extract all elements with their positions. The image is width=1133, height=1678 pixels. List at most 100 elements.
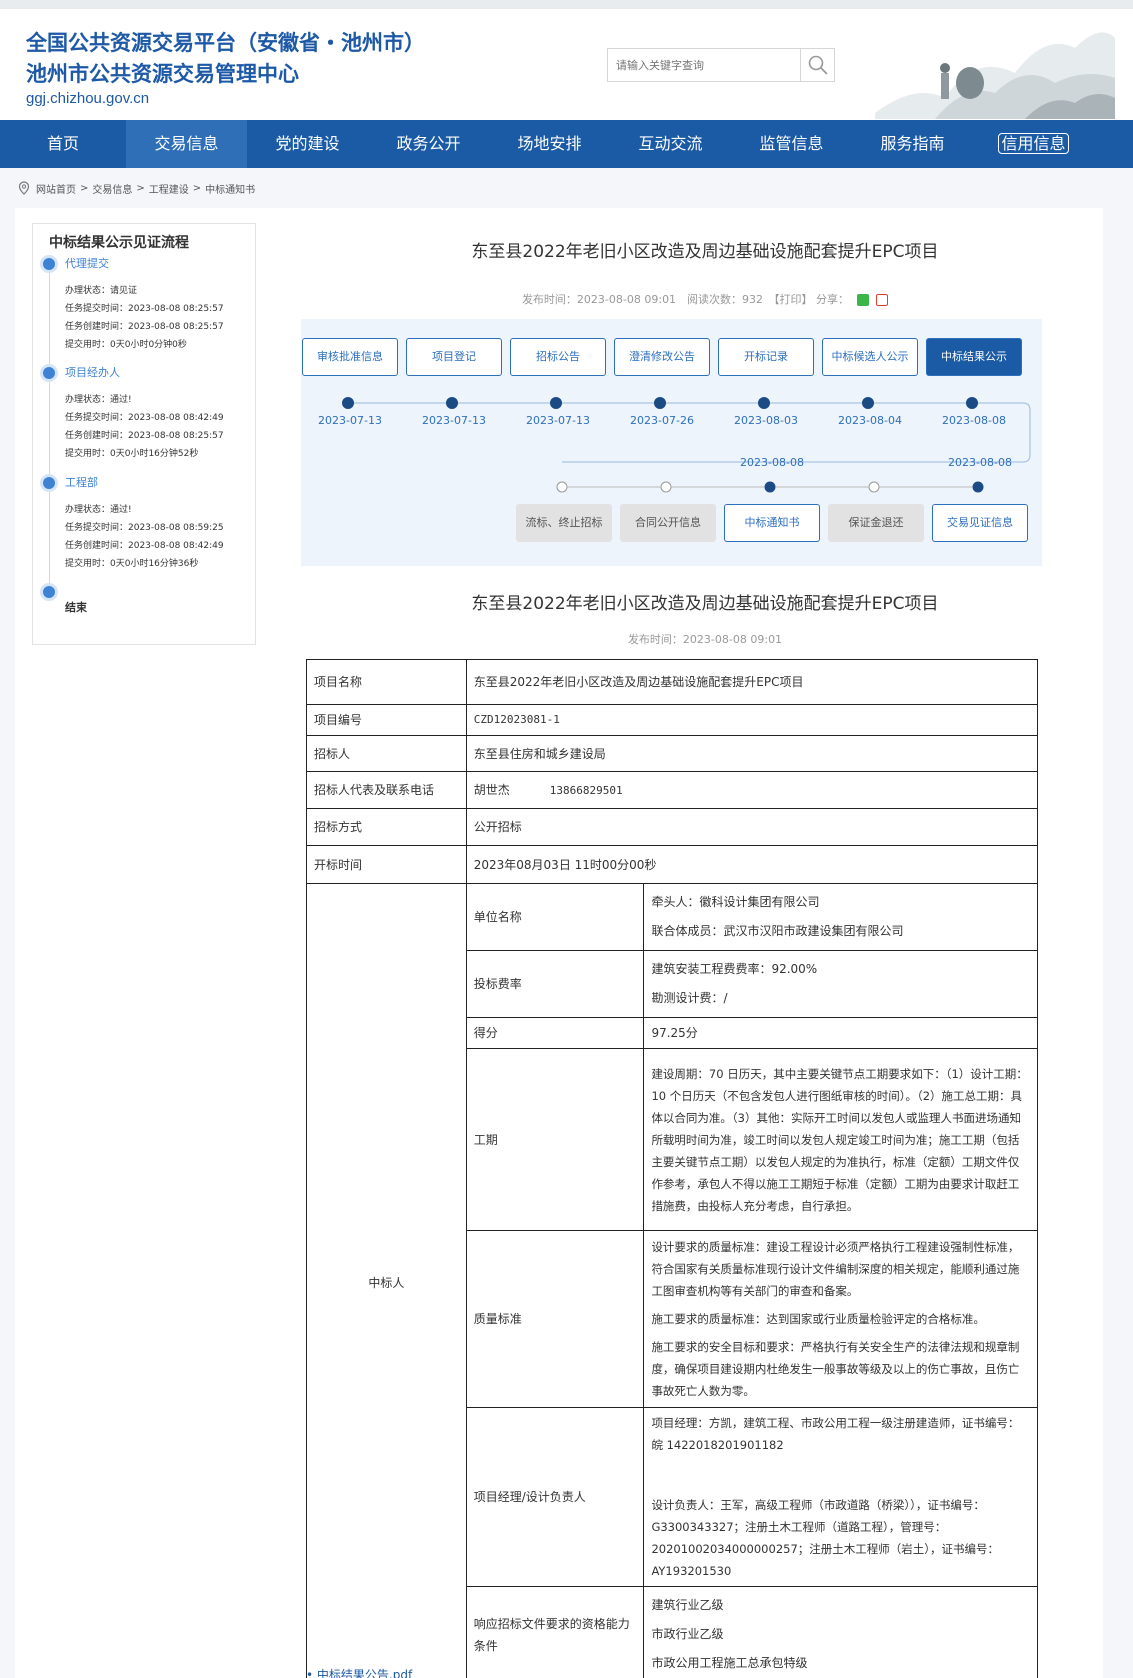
table-row: 招标人 东至县住房和城乡建设局 bbox=[306, 735, 1039, 772]
quality-line: 施工要求的安全目标和要求：严格执行有关安全生产的法律法规和规章制度，确保项目建设… bbox=[651, 1340, 1020, 1398]
unit-label: 单位名称 bbox=[465, 883, 645, 951]
nav-service[interactable]: 服务指南 bbox=[852, 120, 973, 168]
nav-venue[interactable]: 场地安排 bbox=[489, 120, 610, 168]
step-dot bbox=[43, 477, 55, 489]
manager-line: 项目经理：方凯，建筑工程、市政公用工程一级注册建造师，证书编号：皖 142201… bbox=[651, 1416, 1020, 1452]
table-row: 招标人代表及联系电话 胡世杰 13866829501 bbox=[306, 771, 1039, 809]
flow-date: 2023-07-26 bbox=[630, 414, 694, 427]
article-meta-text: 发布时间：2023-08-08 09:01 阅读次数：932 【打印】 分享： bbox=[521, 293, 850, 306]
rate-value: 建筑安装工程费费率：92.00% 勘测设计费：/ bbox=[643, 950, 1038, 1018]
quality-line: 施工要求的质量标准：达到国家或行业质量检验评定的合格标准。 bbox=[651, 1312, 985, 1326]
step-status: 办理状态：通过! bbox=[65, 505, 132, 515]
qualification-line: 市政公用工程施工总承包特级 bbox=[651, 1656, 808, 1670]
project-no-value: CZD12023081-1 bbox=[465, 704, 1039, 736]
tab-contract-info[interactable]: 合同公开信息 bbox=[620, 504, 716, 542]
step-name: 项目经办人 bbox=[65, 366, 120, 379]
article-meta: 发布时间：2023-08-08 09:01 阅读次数：932 【打印】 分享： bbox=[300, 291, 1110, 307]
flow-date: 2023-07-13 bbox=[526, 414, 590, 427]
tab-witness-info[interactable]: 交易见证信息 bbox=[932, 504, 1028, 542]
nav-interaction[interactable]: 互动交流 bbox=[610, 120, 731, 168]
search-icon bbox=[808, 55, 828, 75]
breadcrumb-engineering[interactable]: 工程建设 bbox=[149, 181, 189, 196]
step-status: 办理状态：请见证 bbox=[65, 286, 138, 296]
step-name: 代理提交 bbox=[65, 257, 109, 270]
step-status: 办理状态：通过! bbox=[65, 395, 132, 405]
flow-date: 2023-07-13 bbox=[318, 414, 382, 427]
wechat-share-icon[interactable] bbox=[856, 294, 869, 306]
tab-result-notice[interactable]: 中标结果公示 bbox=[926, 338, 1022, 376]
tab-clarification[interactable]: 澄清修改公告 bbox=[614, 338, 710, 376]
landscape-illustration bbox=[875, 32, 1115, 119]
step-duration: 提交用时：0天0小时0分钟0秒 bbox=[65, 340, 187, 350]
search-box bbox=[607, 48, 835, 82]
tab-failed-termination[interactable]: 流标、终止招标 bbox=[516, 504, 612, 542]
tenderer-value: 东至县住房和城乡建设局 bbox=[465, 735, 1039, 772]
rep-value: 胡世杰 13866829501 bbox=[465, 771, 1039, 809]
nav-party[interactable]: 党的建设 bbox=[247, 120, 368, 168]
tab-award-notice[interactable]: 中标通知书 bbox=[724, 504, 820, 542]
attachment-link[interactable]: • 中标结果公告.pdf bbox=[306, 1666, 412, 1678]
sidebar-title: 中标结果公示见证流程 bbox=[49, 235, 189, 251]
flow-date: 2023-08-08 bbox=[942, 414, 1006, 427]
rep-label: 招标人代表及联系电话 bbox=[306, 771, 467, 809]
step-duration: 提交用时：0天0小时16分钟36秒 bbox=[65, 559, 199, 569]
period-value: 建设周期：70 日历天，其中主要关键节点工期要求如下：（1）设计工期：10 个日… bbox=[643, 1048, 1038, 1231]
table-row: 项目编号 CZD12023081-1 bbox=[306, 704, 1039, 736]
qualification-line: 市政行业乙级 bbox=[651, 1627, 724, 1641]
step-duration: 提交用时：0天0小时16分钟52秒 bbox=[65, 449, 199, 459]
end-label: 结束 bbox=[65, 601, 87, 614]
winner-label: 中标人 bbox=[306, 883, 467, 1678]
process-sidebar: 中标结果公示见证流程 代理提交 办理状态：请见证 任务提交时间：2023-08-… bbox=[32, 223, 256, 645]
breadcrumb-home[interactable]: 网站首页 bbox=[36, 181, 76, 196]
step-dot bbox=[43, 367, 55, 379]
rate-line: 建筑安装工程费费率：92.00% bbox=[651, 962, 818, 976]
qualification-label: 响应招标文件要求的资格能力条件 bbox=[465, 1586, 645, 1678]
search-button[interactable] bbox=[800, 49, 834, 81]
step-submit-time: 任务提交时间：2023-08-08 08:59:25 bbox=[65, 523, 224, 533]
site-header: 全国公共资源交易平台（安徽省・池州市） 池州市公共资源交易管理中心 ggj.ch… bbox=[0, 9, 1133, 120]
timeline-line bbox=[49, 260, 50, 590]
step-name: 工程部 bbox=[65, 476, 98, 489]
project-name-label: 项目名称 bbox=[306, 659, 467, 705]
award-detail-table: 项目名称 东至县2022年老旧小区改造及周边基础设施配套提升EPC项目 项目编号… bbox=[306, 659, 1039, 1678]
tab-project-registration[interactable]: 项目登记 bbox=[406, 338, 502, 376]
tab-deposit-refund[interactable]: 保证金退还 bbox=[828, 504, 924, 542]
unit-value: 牵头人：徽科设计集团有限公司 联合体成员：武汉市汉阳市政建设集团有限公司 bbox=[643, 883, 1038, 951]
open-time-value: 2023年08月03日 11时00分00秒 bbox=[465, 845, 1039, 884]
site-title-line1: 全国公共资源交易平台（安徽省・池州市） bbox=[26, 31, 425, 55]
table-row: 中标人 单位名称 牵头人：徽科设计集团有限公司 联合体成员：武汉市汉阳市政建设集团… bbox=[306, 883, 1038, 1678]
weibo-share-icon[interactable] bbox=[876, 294, 889, 306]
tab-tender-notice[interactable]: 招标公告 bbox=[510, 338, 606, 376]
nav-credit[interactable]: 信用信息 bbox=[973, 120, 1094, 168]
process-flow-panel: 审核批准信息 项目登记 招标公告 澄清修改公告 开标记录 中标候选人公示 中标结… bbox=[301, 319, 1042, 566]
attachment-name: 中标结果公告.pdf bbox=[316, 1668, 413, 1678]
nav-government[interactable]: 政务公开 bbox=[368, 120, 489, 168]
step-dot bbox=[43, 258, 55, 270]
step-info: 办理状态：通过! 任务提交时间：2023-08-08 08:42:49 任务创建… bbox=[65, 391, 224, 463]
project-name-value: 东至县2022年老旧小区改造及周边基础设施配套提升EPC项目 bbox=[465, 659, 1039, 705]
site-url[interactable]: ggj.chizhou.gov.cn bbox=[26, 90, 149, 107]
nav-trade-info[interactable]: 交易信息 bbox=[126, 120, 247, 168]
tab-approval-info[interactable]: 审核批准信息 bbox=[302, 338, 398, 376]
quality-line: 设计要求的质量标准：建设工程设计必须严格执行工程建设强制性标准，符合国家有关质量… bbox=[651, 1240, 1020, 1298]
table-row: 项目名称 东至县2022年老旧小区改造及周边基础设施配套提升EPC项目 bbox=[306, 659, 1039, 705]
step-create-time: 任务创建时间：2023-08-08 08:42:49 bbox=[65, 541, 224, 551]
breadcrumb-trade-info[interactable]: 交易信息 bbox=[92, 181, 132, 196]
rate-label: 投标费率 bbox=[465, 950, 645, 1018]
nav-home[interactable]: 首页 bbox=[0, 120, 126, 168]
breadcrumb: 网站首页 > 交易信息 > 工程建设 > 中标通知书 bbox=[18, 180, 259, 196]
flow-date: 2023-08-08 bbox=[948, 456, 1012, 469]
search-input[interactable] bbox=[608, 49, 800, 81]
step-submit-time: 任务提交时间：2023-08-08 08:25:57 bbox=[65, 304, 224, 314]
method-value: 公开招标 bbox=[465, 808, 1039, 846]
tab-candidate-notice[interactable]: 中标候选人公示 bbox=[822, 338, 918, 376]
tab-opening-record[interactable]: 开标记录 bbox=[718, 338, 814, 376]
flow-date: 2023-08-04 bbox=[838, 414, 902, 427]
main-nav: 首页 交易信息 党的建设 政务公开 场地安排 互动交流 监管信息 服务指南 信用… bbox=[0, 120, 1133, 168]
score-label: 得分 bbox=[465, 1017, 645, 1049]
score-value: 97.25分 bbox=[643, 1017, 1038, 1049]
period-label: 工期 bbox=[465, 1048, 645, 1231]
member-unit: 联合体成员：武汉市汉阳市政建设集团有限公司 bbox=[651, 924, 904, 938]
nav-supervision[interactable]: 监管信息 bbox=[731, 120, 852, 168]
flow-date: 2023-08-03 bbox=[734, 414, 798, 427]
